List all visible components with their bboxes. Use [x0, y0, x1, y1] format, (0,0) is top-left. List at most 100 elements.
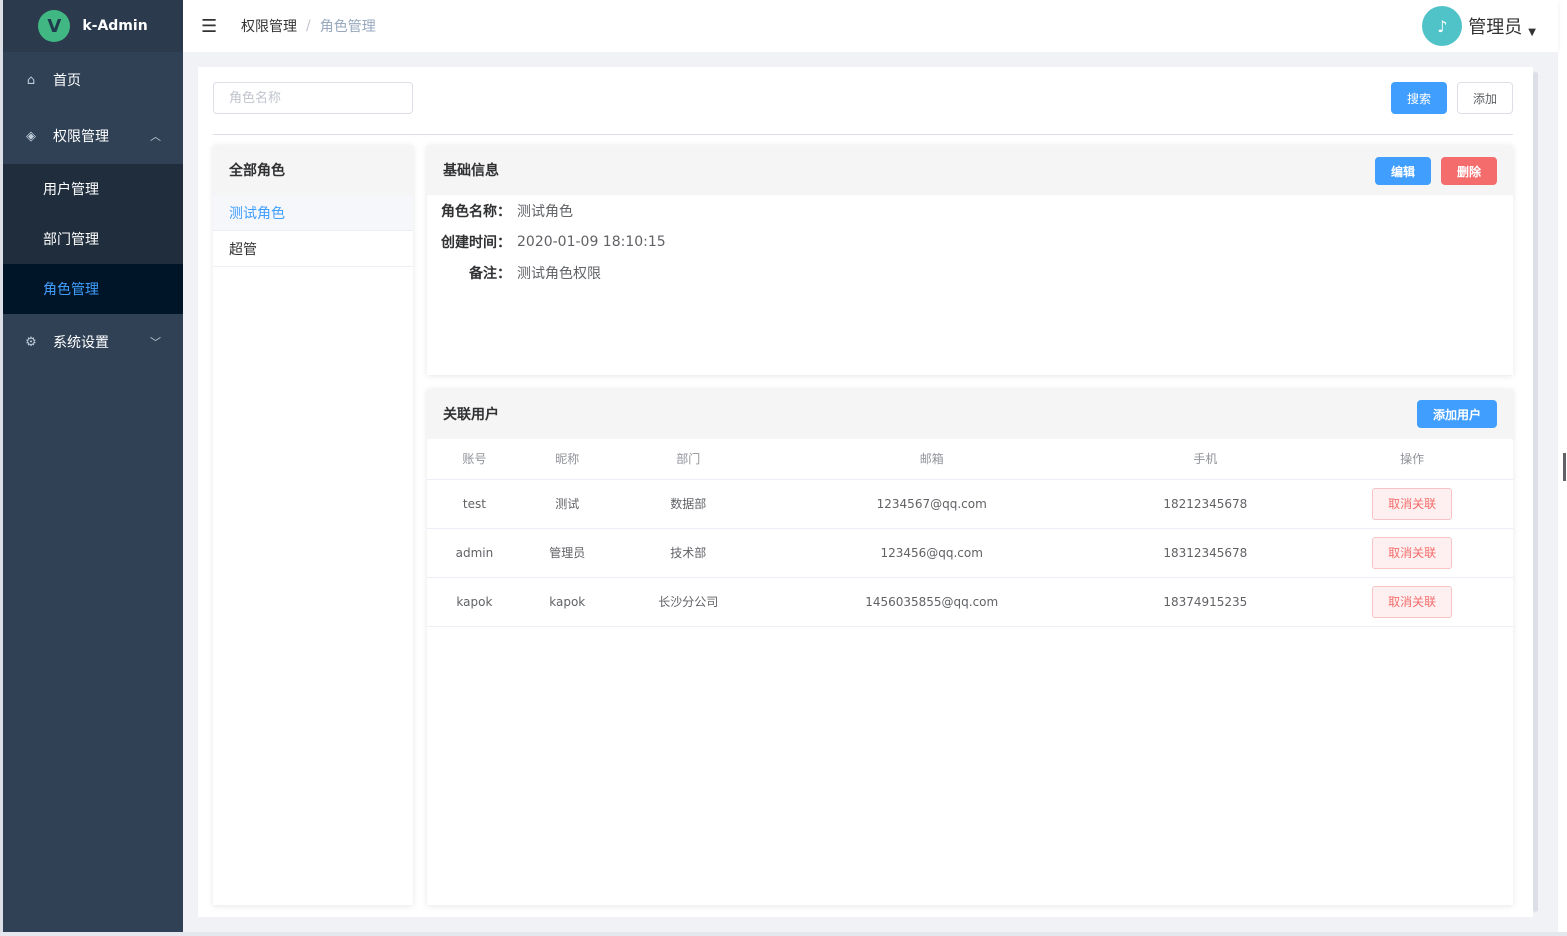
- table-row: kapok kapok 长沙分公司 1456035855@qq.com 1837…: [427, 577, 1513, 627]
- table-header-row: 账号 昵称 部门 邮箱 手机 操作: [427, 439, 1513, 480]
- role-list-title: 全部角色: [213, 145, 413, 195]
- user-name[interactable]: 管理员: [1468, 13, 1522, 39]
- info-value: 测试角色: [517, 203, 573, 220]
- column-header-account: 账号: [427, 439, 522, 480]
- caret-down-icon[interactable]: ▼: [1528, 27, 1536, 38]
- role-info-title: 基础信息: [443, 163, 499, 179]
- info-label: 创建时间：: [441, 234, 511, 251]
- search-button-label: 搜索: [1406, 91, 1431, 106]
- sidebar-item-settings[interactable]: ⚙ 系统设置 ﹀: [3, 314, 183, 370]
- info-label: 备注：: [469, 265, 511, 282]
- associated-users-header: 关联用户 添加用户: [427, 389, 1513, 439]
- associated-users-card: 关联用户 添加用户 账号 昵称 部门 邮箱 手机 操作 test 测试 数据部 …: [427, 389, 1513, 905]
- sidebar-item-label: 系统设置: [53, 335, 109, 351]
- table-row: test 测试 数据部 1234567@qq.com 18212345678 取…: [427, 479, 1513, 529]
- gear-icon: ⚙: [25, 334, 37, 350]
- sidebar-item-label: 用户管理: [43, 182, 99, 198]
- role-list-panel: 全部角色 测试角色 超管: [213, 145, 413, 905]
- add-role-button-label: 添加: [1472, 91, 1497, 106]
- sidebar: V k-Admin ⌂ 首页 ◈ 权限管理 ︿ 用户管理 部门管理 角色管理 ⚙…: [3, 0, 183, 932]
- sidebar-item-permissions[interactable]: ◈ 权限管理 ︿: [3, 108, 183, 164]
- sidebar-item-label: 部门管理: [43, 232, 99, 248]
- info-row-created-time: 创建时间： 2020-01-09 18:10:15: [427, 226, 1513, 257]
- associated-users-table: 账号 昵称 部门 邮箱 手机 操作 test 测试 数据部 1234567@qq…: [427, 439, 1513, 627]
- cell-nickname: 管理员: [521, 528, 613, 578]
- cell-action: 取消关联: [1311, 577, 1513, 627]
- cell-dept: 长沙分公司: [612, 577, 764, 627]
- cell-account: admin: [427, 528, 522, 578]
- permissions-submenu: 用户管理 部门管理 角色管理: [3, 164, 183, 314]
- edit-button[interactable]: 编辑: [1375, 157, 1431, 185]
- cell-phone: 18212345678: [1099, 479, 1312, 529]
- info-row-remark: 备注： 测试角色权限: [427, 257, 1513, 288]
- shield-icon: ◈: [26, 128, 36, 144]
- hamburger-menu-icon[interactable]: ☰: [201, 16, 221, 37]
- delete-button[interactable]: 删除: [1441, 157, 1497, 185]
- window-resize-handle[interactable]: [1563, 453, 1566, 481]
- info-label: 角色名称：: [441, 203, 511, 220]
- add-user-button-label: 添加用户: [1432, 407, 1481, 422]
- cell-nickname: kapok: [521, 577, 613, 627]
- breadcrumb-separator: /: [306, 18, 311, 34]
- divider: [213, 134, 1513, 135]
- associated-users-title: 关联用户: [443, 407, 499, 423]
- breadcrumb-item-permissions[interactable]: 权限管理: [241, 16, 297, 36]
- user-dropdown[interactable]: ♪ 管理员 ▼: [1422, 6, 1536, 46]
- role-info-fields: 角色名称： 测试角色 创建时间： 2020-01-09 18:10:15 备注：…: [427, 195, 1513, 288]
- role-info-card: 基础信息 编辑 删除 角色名称： 测试角色 创建时间： 2020-01-09 1…: [427, 145, 1513, 375]
- role-item-test[interactable]: 测试角色: [213, 195, 413, 231]
- cell-dept: 数据部: [612, 479, 764, 529]
- content-card: 搜索 添加 全部角色 测试角色 超管 基础信息 编辑 删除: [198, 67, 1533, 917]
- sidebar-item-user-management[interactable]: 用户管理: [3, 164, 183, 214]
- breadcrumb-item-current: 角色管理: [319, 19, 376, 35]
- sidebar-item-label: 首页: [53, 73, 81, 89]
- cell-account: test: [427, 479, 522, 529]
- top-navbar: ☰ 权限管理 / 角色管理 ♪ 管理员 ▼: [183, 0, 1558, 52]
- main-content: 搜索 添加 全部角色 测试角色 超管 基础信息 编辑 删除: [183, 52, 1558, 932]
- cell-phone: 18312345678: [1099, 528, 1312, 578]
- sidebar-item-label: 权限管理: [53, 129, 109, 145]
- app-name: k-Admin: [82, 18, 148, 34]
- role-item-label: 测试角色: [229, 205, 285, 222]
- sidebar-item-role-management[interactable]: 角色管理: [3, 264, 183, 314]
- unlink-button[interactable]: 取消关联: [1372, 585, 1453, 618]
- chevron-down-icon: ﹀: [150, 336, 161, 349]
- delete-button-label: 删除: [1456, 164, 1481, 179]
- sidebar-item-label: 角色管理: [43, 282, 99, 298]
- sidebar-item-home[interactable]: ⌂ 首页: [3, 52, 183, 108]
- table-row: admin 管理员 技术部 123456@qq.com 18312345678 …: [427, 528, 1513, 578]
- page-bottom-edge: [0, 932, 1567, 936]
- cell-email: 1456035855@qq.com: [763, 577, 1100, 627]
- cell-phone: 18374915235: [1099, 577, 1312, 627]
- cell-action: 取消关联: [1311, 479, 1513, 529]
- column-header-action: 操作: [1311, 439, 1513, 480]
- unlink-button[interactable]: 取消关联: [1372, 536, 1453, 569]
- cell-email: 1234567@qq.com: [763, 479, 1100, 529]
- column-header-dept: 部门: [612, 439, 764, 480]
- cell-nickname: 测试: [521, 479, 613, 529]
- add-role-button[interactable]: 添加: [1457, 82, 1513, 114]
- role-item-superadmin[interactable]: 超管: [213, 231, 413, 267]
- breadcrumb: 权限管理 / 角色管理: [241, 16, 376, 36]
- column-header-nickname: 昵称: [521, 439, 613, 480]
- role-name-search-input[interactable]: [213, 82, 413, 114]
- chevron-up-icon: ︿: [150, 130, 161, 143]
- info-value: 测试角色权限: [517, 265, 601, 282]
- home-icon: ⌂: [26, 72, 36, 88]
- vue-logo-icon: V: [38, 10, 71, 42]
- cell-action: 取消关联: [1311, 528, 1513, 578]
- cell-account: kapok: [427, 577, 522, 627]
- role-item-label: 超管: [229, 241, 257, 258]
- cell-dept: 技术部: [612, 528, 764, 578]
- sidebar-item-dept-management[interactable]: 部门管理: [3, 214, 183, 264]
- info-value: 2020-01-09 18:10:15: [517, 233, 666, 250]
- vertical-scrollbar[interactable]: [1533, 72, 1538, 912]
- add-user-button[interactable]: 添加用户: [1417, 400, 1497, 428]
- avatar[interactable]: ♪: [1422, 6, 1463, 46]
- role-info-header: 基础信息 编辑 删除: [427, 145, 1513, 195]
- unlink-button[interactable]: 取消关联: [1372, 487, 1453, 520]
- info-row-role-name: 角色名称： 测试角色: [427, 195, 1513, 226]
- cell-email: 123456@qq.com: [763, 528, 1100, 578]
- search-button[interactable]: 搜索: [1391, 82, 1447, 114]
- app-logo[interactable]: V k-Admin: [3, 0, 183, 52]
